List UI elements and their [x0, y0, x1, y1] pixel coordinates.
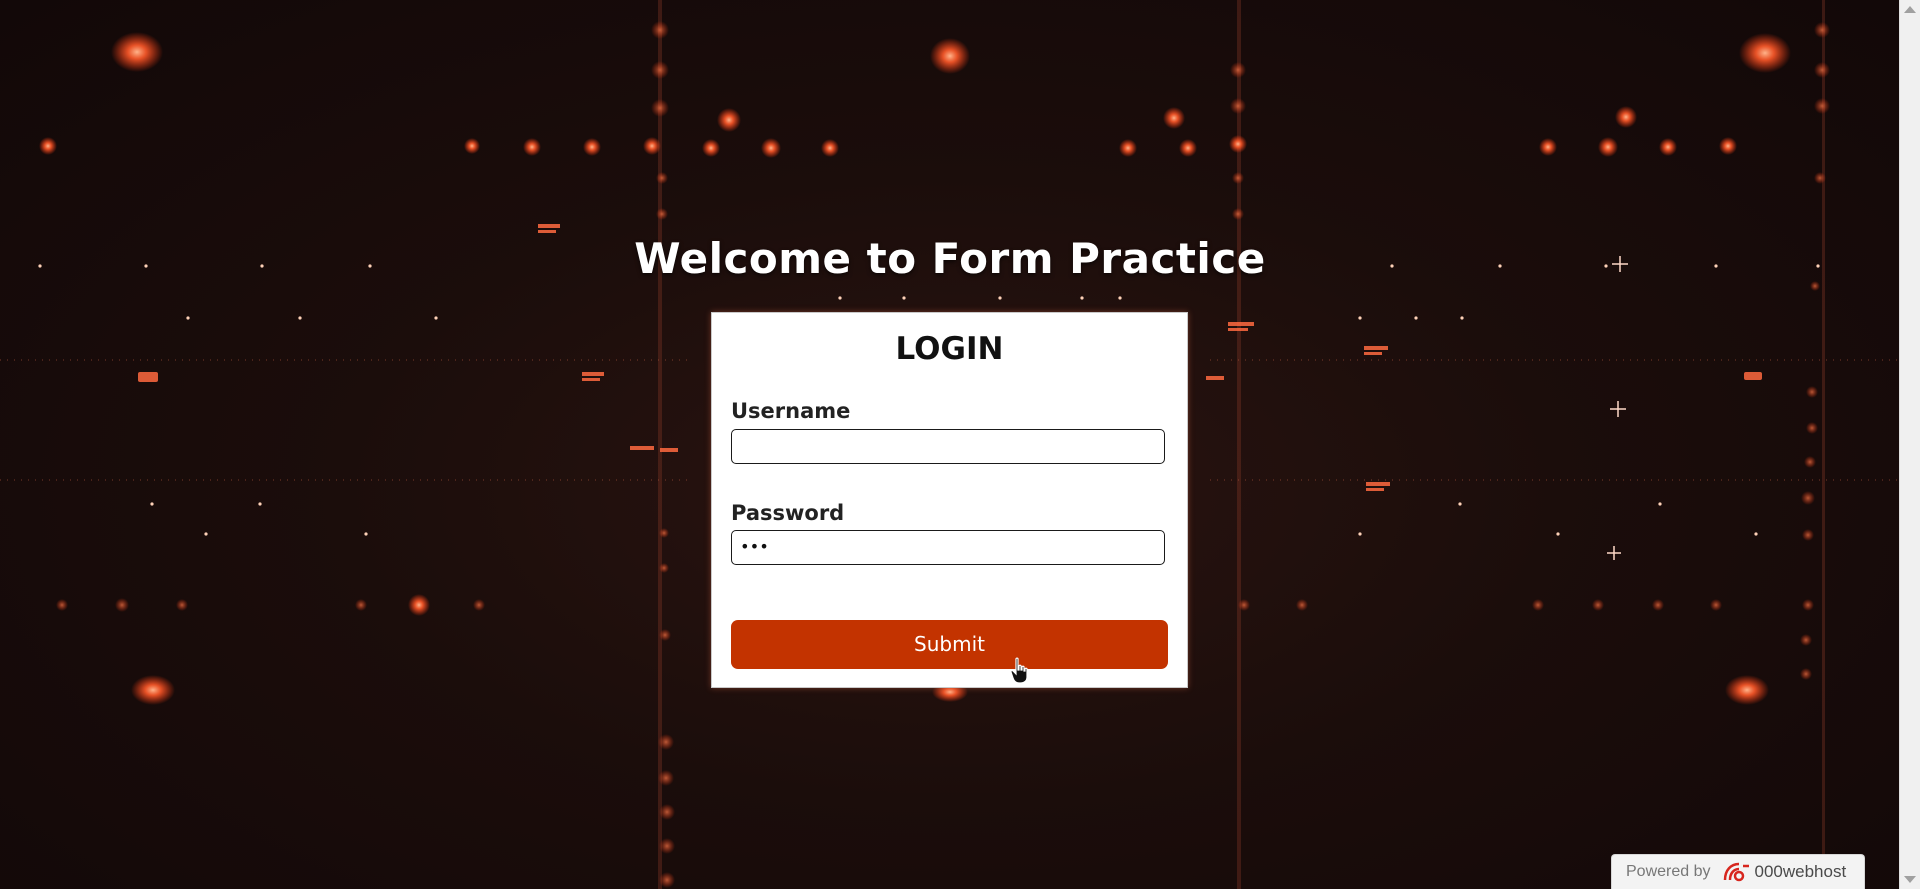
000webhost-logo-icon	[1723, 862, 1749, 882]
scroll-down-icon[interactable]	[1904, 876, 1916, 883]
password-label: Password	[731, 501, 845, 525]
username-input[interactable]	[731, 429, 1165, 464]
login-title: LOGIN	[895, 331, 1004, 367]
page-title: Welcome to Form Practice	[634, 234, 1266, 283]
hand-pointer-icon	[1010, 657, 1028, 684]
submit-button[interactable]: Submit	[731, 620, 1168, 669]
password-input[interactable]: •••	[731, 530, 1165, 565]
brand-name: 000webhost	[1754, 862, 1847, 881]
powered-by-text: Powered by	[1626, 863, 1711, 880]
vertical-scrollbar[interactable]	[1899, 0, 1920, 889]
powered-by-badge[interactable]: Powered by 000webhost	[1611, 854, 1865, 889]
login-card: LOGIN Username Password ••• Submit	[711, 312, 1188, 688]
username-label: Username	[731, 399, 851, 423]
scroll-up-icon[interactable]	[1904, 6, 1916, 13]
